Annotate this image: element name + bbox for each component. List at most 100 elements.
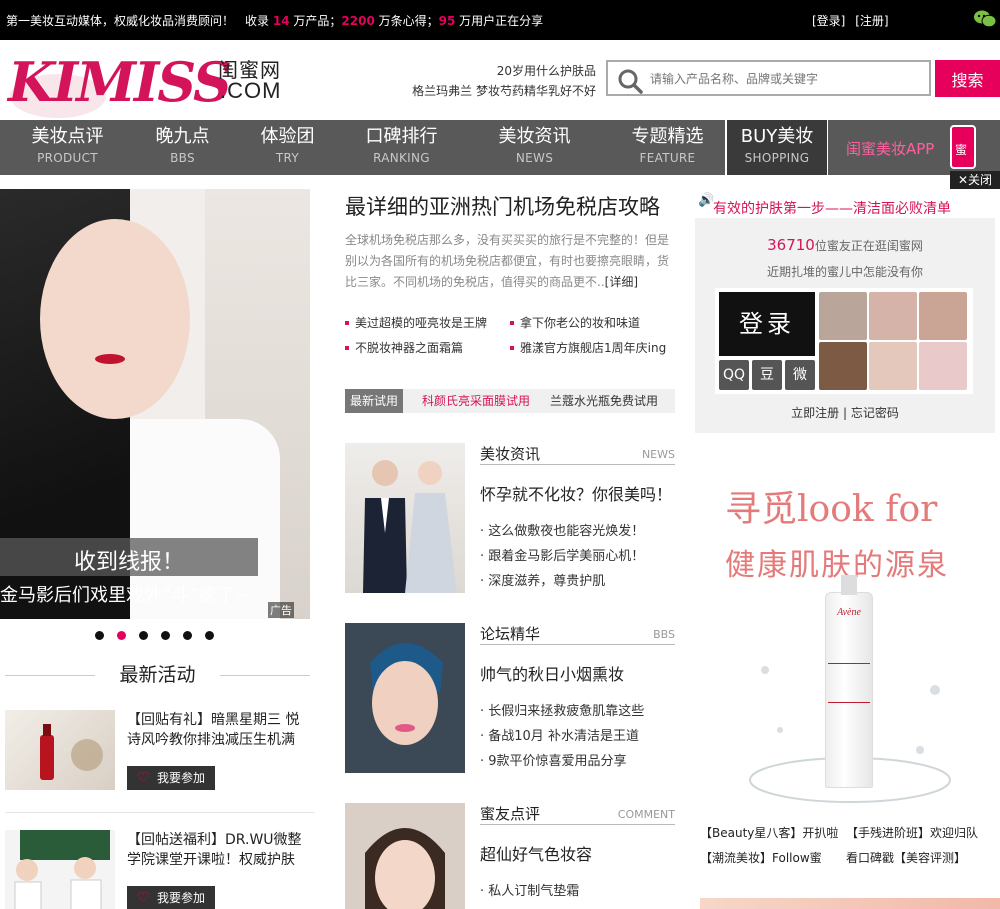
news-title[interactable]: 怀孕就不化妆？你很美吗！ <box>480 481 672 505</box>
login-links: 立即注册 | 忘记密码 <box>791 406 899 420</box>
detail-link[interactable]: [详细] <box>605 275 638 289</box>
login-box: 36710位蜜友正在逛闺蜜网 近期扎堆的蜜儿中怎能没有你 登录 QQ 豆 微 立… <box>695 218 995 433</box>
side-link[interactable]: 【手残进阶班】欢迎归队 <box>846 824 978 841</box>
slider-dot[interactable] <box>139 631 148 640</box>
nav-bbs[interactable]: 晚九点 BBS <box>135 120 230 175</box>
reviews-count: 2200 <box>341 14 375 28</box>
news-category: 美妆资讯 <box>480 445 541 463</box>
hot-query[interactable]: 20岁用什么护肤品 <box>404 61 596 81</box>
nav-shopping[interactable]: BUY美妆 SHOPPING <box>725 120 829 175</box>
close-ad-button[interactable]: ✕关闭 <box>950 171 1000 189</box>
side-ad-banner[interactable]: 寻觅look for 健康肌肤的源泉 Avène <box>715 470 985 810</box>
news-title[interactable]: 超仙好气色妆容 <box>480 841 592 865</box>
news-item[interactable]: · 这么做敷夜也能容光焕发！ <box>480 520 644 539</box>
login-button[interactable]: 登录 <box>719 292 815 356</box>
nav-try[interactable]: 体验团 TRY <box>230 120 345 175</box>
news-block: 蜜友点评 COMMENT 超仙好气色妆容 · 私人订制气垫霜 <box>345 803 675 909</box>
feature-bullet[interactable]: 美过超模的哑亮妆是王牌 <box>344 314 487 331</box>
nav-ranking[interactable]: 口碑排行 RANKING <box>345 120 458 175</box>
nav-app-download[interactable]: 闺蜜美妆APP 蜜 <box>828 120 1000 175</box>
activity-text[interactable]: 【回帖送福利】DR.WU微整学院课堂开课啦！权威护肤 <box>127 830 312 870</box>
search-icon <box>618 69 643 94</box>
wechat-icon[interactable] <box>974 9 997 29</box>
news-item[interactable]: · 私人订制气垫霜 <box>480 880 579 899</box>
hot-query[interactable]: 格兰玛弗兰 梦妆芍药精华乳好不好 <box>404 81 596 101</box>
activity-image[interactable] <box>5 710 115 790</box>
main-nav: 美妆点评 PRODUCT 晚九点 BBS 体验团 TRY 口碑排行 RANKING 美妆… <box>0 120 1000 175</box>
member-avatar[interactable] <box>869 342 917 390</box>
member-avatar[interactable] <box>919 342 967 390</box>
qq-login-icon[interactable]: QQ <box>719 360 749 390</box>
logo-text: KIMISS <box>8 50 232 114</box>
speaker-icon: 🔊 <box>698 193 715 208</box>
douban-login-icon[interactable]: 豆 <box>752 360 782 390</box>
slider-dot[interactable] <box>205 631 214 640</box>
feature-bullet[interactable]: 拿下你老公的妆和味道 <box>509 314 640 331</box>
search-input[interactable] <box>650 68 920 90</box>
member-avatar[interactable] <box>919 292 967 340</box>
feature-summary: 全球机场免税店那么多，没有买买买的旅行是不完整的！但是别以为各国所有的机场免税店… <box>345 233 670 289</box>
users-count: 95 <box>438 14 456 28</box>
search-button[interactable]: 搜索 <box>935 60 1000 97</box>
news-block: 论坛精华 BBS 帅气的秋日小烟熏妆 · 长假归来拯救疲惫肌靠这些 · 备战10月… <box>345 623 675 773</box>
activity-image[interactable] <box>5 830 115 909</box>
online-subtitle: 近期扎堆的蜜儿中怎能没有你 <box>766 265 923 279</box>
activity-text[interactable]: 【回贴有礼】暗黑星期三 悦诗风吟教你排浊减压生机满 <box>127 710 312 750</box>
member-avatar[interactable] <box>819 292 867 340</box>
trial-link[interactable]: 科颜氏亮采面膜试用 <box>422 389 530 413</box>
news-item[interactable]: · 备战10月 补水清洁是王道 <box>480 725 639 744</box>
hero-slider[interactable]: 收到线报！ 金马影后们戏里戏外“斗”疯了~ 广告 <box>0 189 310 619</box>
feature-bullet[interactable]: 不脱妆神器之面霜篇 <box>344 339 463 356</box>
news-item[interactable]: · 9款平价惊喜爱用品分享 <box>480 750 627 769</box>
weibo-login-icon[interactable]: 微 <box>785 360 815 390</box>
site-logo[interactable]: KIMISS 闺蜜网 .COM <box>8 46 298 120</box>
slider-dot[interactable] <box>117 631 126 640</box>
nav-news[interactable]: 美妆资讯 NEWS <box>458 120 611 175</box>
slider-dots <box>95 631 225 641</box>
activity-item: 【回贴有礼】暗黑星期三 悦诗风吟教你排浊减压生机满 我要参加 <box>5 710 315 820</box>
side-link[interactable]: 看口碑戳【美容评测】 <box>846 849 966 866</box>
scrolling-notice[interactable]: 🔊 有效的护肤第一步——清洁面必败清单 <box>695 190 1000 214</box>
news-item[interactable]: · 长假归来拯救疲惫肌靠这些 <box>480 700 644 719</box>
feature-headline[interactable]: 最详细的亚洲热门机场免税店攻略 <box>345 191 680 221</box>
next-banner-edge <box>700 898 1000 909</box>
logo-com: .COM <box>220 78 282 103</box>
news-item[interactable]: · 跟着金马影后学美丽心机！ <box>480 545 644 564</box>
auth-links: [登录] [注册] <box>812 12 889 29</box>
product-bottle: Avène <box>825 575 873 788</box>
member-avatar[interactable] <box>819 342 867 390</box>
forgot-password-link[interactable]: 忘记密码 <box>851 406 899 420</box>
join-button[interactable]: 我要参加 <box>127 886 215 909</box>
activity-item: 【回帖送福利】DR.WU微整学院课堂开课啦！权威护肤 我要参加 <box>5 830 315 909</box>
news-image[interactable] <box>345 623 465 773</box>
trial-bar: 最新试用 科颜氏亮采面膜试用 兰蔻水光瓶免费试用 <box>345 389 675 413</box>
scroll-text: 有效的护肤第一步——清洁面必败清单 <box>713 201 951 214</box>
member-avatar[interactable] <box>869 292 917 340</box>
news-title[interactable]: 帅气的秋日小烟熏妆 <box>480 661 624 685</box>
slider-dot[interactable] <box>183 631 192 640</box>
products-count: 14 <box>272 14 290 28</box>
hot-queries: 20岁用什么护肤品 格兰玛弗兰 梦妆芍药精华乳好不好 <box>404 61 596 101</box>
register-now-link[interactable]: 立即注册 <box>791 406 839 420</box>
side-link[interactable]: 【潮流美妆】Follow蜜 <box>700 849 822 866</box>
login-link[interactable]: [登录] <box>812 14 845 28</box>
news-image[interactable] <box>345 443 465 593</box>
register-link[interactable]: [注册] <box>855 14 888 28</box>
join-button[interactable]: 我要参加 <box>127 766 215 790</box>
news-image[interactable] <box>345 803 465 909</box>
slider-dot[interactable] <box>161 631 170 640</box>
news-item[interactable]: · 深度滋养，尊贵护肌 <box>480 570 605 589</box>
feature-bullet[interactable]: 雅漾官方旗舰店1周年庆ing <box>509 339 666 356</box>
nav-product[interactable]: 美妆点评 PRODUCT <box>0 120 135 175</box>
news-category: 论坛精华 <box>480 625 541 643</box>
side-link[interactable]: 【Beauty星八客】开扒啦 <box>700 824 838 841</box>
ad-tag: 广告 <box>268 602 294 618</box>
top-bar: 第一美妆互动媒体，权威化妆品消费顾问！ 收录 14 万产品；2200 万条心得；… <box>0 0 1000 40</box>
site-tagline: 第一美妆互动媒体，权威化妆品消费顾问！ <box>6 14 235 28</box>
nav-feature[interactable]: 专题精选 FEATURE <box>611 120 724 175</box>
news-category: 蜜友点评 <box>480 805 541 823</box>
slider-dot[interactable] <box>95 631 104 640</box>
member-grid: 登录 QQ 豆 微 <box>715 288 973 394</box>
trial-label: 最新试用 <box>345 389 403 413</box>
trial-link[interactable]: 兰蔻水光瓶免费试用 <box>550 389 658 413</box>
